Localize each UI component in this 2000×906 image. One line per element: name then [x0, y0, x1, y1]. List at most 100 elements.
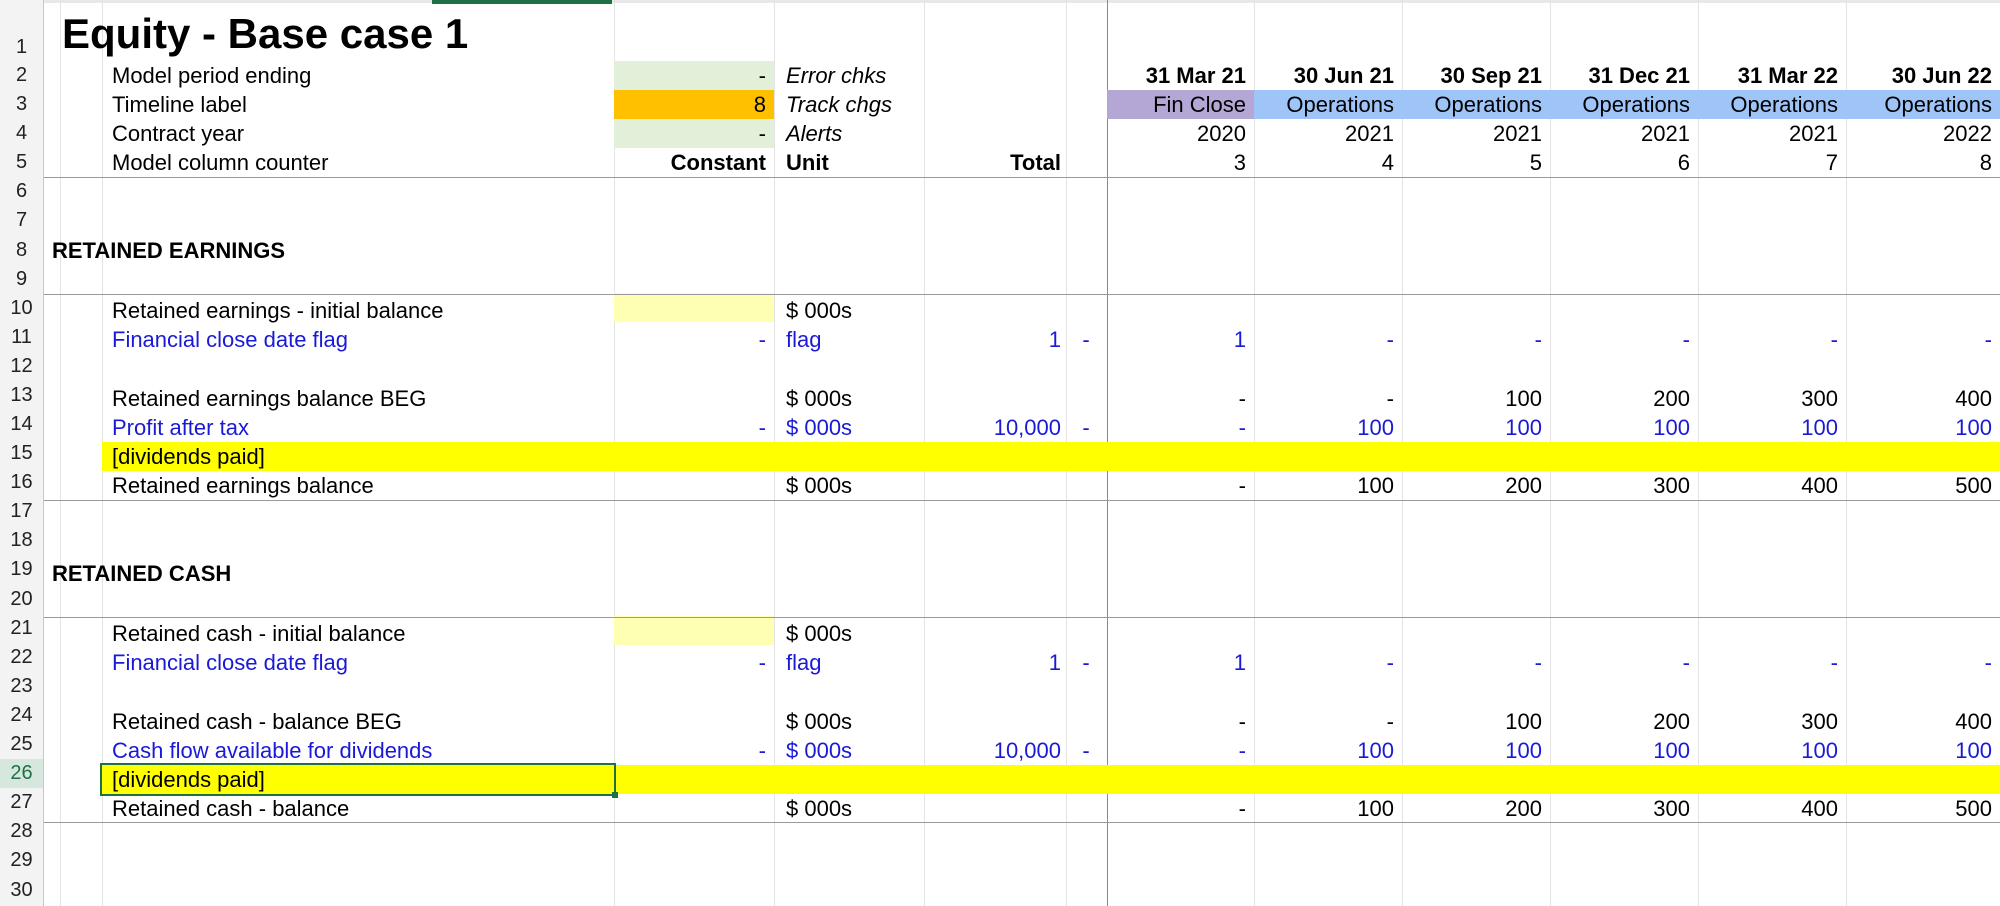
- re-balance-beg-value: 100: [1505, 386, 1542, 411]
- re-balance-value: 500: [1955, 473, 1992, 498]
- row-number[interactable]: 27: [0, 788, 43, 817]
- re-balance-value: 400: [1801, 473, 1838, 498]
- row-number[interactable]: 13: [0, 381, 43, 410]
- selected-cell[interactable]: [100, 763, 616, 796]
- row-number[interactable]: 29: [0, 846, 43, 875]
- column-counter: 5: [1529, 150, 1542, 175]
- row-number[interactable]: 16: [0, 468, 43, 497]
- row-number[interactable]: 6: [0, 177, 43, 206]
- rc-balance-value: 400: [1801, 796, 1838, 821]
- model-period-label: Model period ending: [112, 63, 312, 88]
- rc-flag-value: -: [1534, 650, 1542, 675]
- row-number[interactable]: 7: [0, 206, 43, 235]
- period-date: 31 Dec 21: [1588, 63, 1690, 88]
- rc-flag-label: Financial close date flag: [112, 650, 349, 675]
- row-number[interactable]: 19: [0, 555, 43, 584]
- contract-year: 2022: [1943, 121, 1992, 146]
- rc-flow-unit: $ 000s: [786, 738, 853, 763]
- rc-flow-value: 100: [1505, 738, 1542, 763]
- re-flow-value: 100: [1357, 415, 1394, 440]
- period-date: 30 Jun 22: [1891, 63, 1992, 88]
- contract-year: 2021: [1641, 121, 1690, 146]
- rc-flag-dash: -: [1082, 650, 1090, 675]
- re-balance-beg-unit: $ 000s: [786, 386, 853, 411]
- row-number[interactable]: 18: [0, 526, 43, 555]
- re-balance-value: -: [1238, 473, 1246, 498]
- rc-balance-beg-value: 100: [1505, 709, 1542, 734]
- re-flow-value: -: [1238, 415, 1246, 440]
- re-flow-value: 100: [1801, 415, 1838, 440]
- re-initial-balance-label: Retained earnings - initial balance: [112, 298, 444, 323]
- rc-flag-value: 1: [1233, 650, 1246, 675]
- rc-initial-balance-label: Retained cash - initial balance: [112, 621, 406, 646]
- rc-balance-value: -: [1238, 796, 1246, 821]
- rc-flow-value: 100: [1653, 738, 1690, 763]
- retained-earnings-heading: RETAINED EARNINGS: [52, 238, 286, 263]
- row-number[interactable]: 14: [0, 410, 43, 439]
- timeline-label-label: Timeline label: [112, 92, 247, 117]
- row-number[interactable]: 28: [0, 817, 43, 846]
- rc-flow-value: -: [1238, 738, 1246, 763]
- rc-balance-beg-value: 400: [1955, 709, 1992, 734]
- re-flow-unit: $ 000s: [786, 415, 853, 440]
- re-balance-unit: $ 000s: [786, 473, 853, 498]
- row-number[interactable]: 21: [0, 614, 43, 643]
- row-number[interactable]: 12: [0, 352, 43, 381]
- row-number[interactable]: 17: [0, 497, 43, 526]
- row-number[interactable]: 4: [0, 119, 43, 148]
- rc-balance-value: 100: [1357, 796, 1394, 821]
- model-period-value: -: [758, 63, 766, 88]
- re-flow-total: 10,000: [993, 415, 1061, 440]
- re-flag-constant: -: [758, 327, 766, 352]
- row-number[interactable]: 3: [0, 90, 43, 119]
- timeline-label: Operations: [1286, 92, 1394, 117]
- timeline-label: Operations: [1730, 92, 1838, 117]
- rc-flag-value: -: [1830, 650, 1838, 675]
- row-number[interactable]: 24: [0, 701, 43, 730]
- re-dividends-row-highlight: [102, 442, 2000, 471]
- total-header: Total: [1010, 150, 1061, 175]
- re-flow-value: 100: [1653, 415, 1690, 440]
- re-balance-beg-value: 400: [1955, 386, 1992, 411]
- column-header-strip: [44, 0, 2000, 3]
- row-number[interactable]: 5: [0, 148, 43, 177]
- row-number[interactable]: 23: [0, 672, 43, 701]
- period-date: 30 Sep 21: [1440, 63, 1542, 88]
- re-initial-balance-input[interactable]: [614, 293, 774, 322]
- row-number[interactable]: 22: [0, 643, 43, 672]
- row-number[interactable]: 26: [0, 759, 43, 788]
- rc-flow-value: 100: [1357, 738, 1394, 763]
- rc-flow-value: 100: [1955, 738, 1992, 763]
- rc-flow-constant: -: [758, 738, 766, 763]
- contract-year: 2020: [1197, 121, 1246, 146]
- row-number[interactable]: 15: [0, 439, 43, 468]
- contract-year-value: -: [758, 121, 766, 146]
- rc-flag-value: -: [1682, 650, 1690, 675]
- row-number[interactable]: 11: [0, 323, 43, 352]
- row-number[interactable]: 2: [0, 61, 43, 90]
- row-number[interactable]: 20: [0, 585, 43, 614]
- re-dividends-label[interactable]: [dividends paid]: [112, 442, 265, 471]
- row-number[interactable]: 1: [0, 33, 43, 62]
- contract-year-label: Contract year: [112, 121, 245, 146]
- rc-initial-balance-input[interactable]: [614, 616, 774, 645]
- constant-header: Constant: [670, 150, 766, 175]
- spreadsheet-grid[interactable]: 1 2 3 4 5 6 7 8 9 10 11 12 13 14 15 16 17 18 19 20 21 22 23 24 2…: [0, 0, 2000, 906]
- rc-balance-label: Retained cash - balance: [112, 796, 350, 821]
- row-number[interactable]: 30: [0, 876, 43, 905]
- rc-balance-value: 300: [1653, 796, 1690, 821]
- fill-handle[interactable]: [612, 792, 618, 798]
- timeline-label: Operations: [1434, 92, 1542, 117]
- unit-header: Unit: [786, 150, 829, 175]
- rc-balance-beg-value: 200: [1653, 709, 1690, 734]
- row-number[interactable]: 10: [0, 294, 43, 323]
- column-counter: 6: [1677, 150, 1690, 175]
- row-number[interactable]: 8: [0, 236, 43, 265]
- row-number[interactable]: 25: [0, 730, 43, 759]
- rc-flow-dash: -: [1082, 738, 1090, 763]
- rc-balance-beg-value: 300: [1801, 709, 1838, 734]
- row-header: 1 2 3 4 5 6 7 8 9 10 11 12 13 14 15 16 17 18 19 20 21 22 23 24 2…: [0, 0, 44, 906]
- re-initial-balance-unit: $ 000s: [786, 298, 853, 323]
- row-number[interactable]: 9: [0, 265, 43, 294]
- re-balance-beg-value: -: [1238, 386, 1246, 411]
